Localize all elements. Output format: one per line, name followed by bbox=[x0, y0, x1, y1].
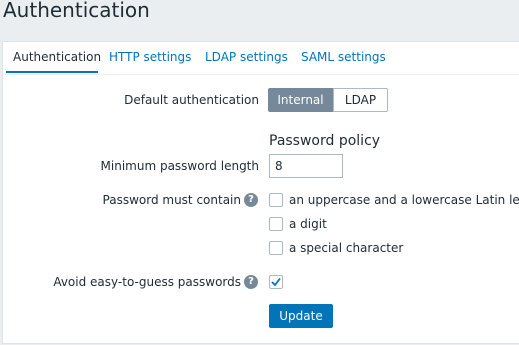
avoid-easy-help-icon[interactable]: ? bbox=[244, 275, 258, 289]
special-character-checkbox[interactable] bbox=[269, 241, 283, 255]
password-must-contain-label: Password must contain bbox=[102, 193, 241, 207]
active-tab-indicator bbox=[6, 71, 98, 73]
checkmark-icon bbox=[271, 277, 281, 287]
tab-http-settings[interactable]: HTTP settings bbox=[109, 50, 191, 64]
password-policy-title: Password policy bbox=[269, 133, 381, 149]
update-button[interactable]: Update bbox=[269, 304, 333, 328]
min-password-length-input[interactable] bbox=[269, 154, 343, 178]
tab-authentication[interactable]: Authentication bbox=[13, 50, 101, 64]
digit-checkbox[interactable] bbox=[269, 217, 283, 231]
auth-ldap-option[interactable]: LDAP bbox=[333, 88, 388, 112]
special-character-label: a special character bbox=[289, 241, 404, 255]
tab-ldap-settings[interactable]: LDAP settings bbox=[205, 50, 288, 64]
password-contain-help-icon[interactable]: ? bbox=[244, 193, 258, 207]
auth-internal-option[interactable]: Internal bbox=[268, 88, 333, 112]
uppercase-lowercase-label: an uppercase and a lowercase Latin lette… bbox=[289, 193, 519, 207]
avoid-easy-passwords-checkbox[interactable] bbox=[269, 275, 283, 289]
min-password-length-label: Minimum password length bbox=[100, 159, 259, 173]
tab-saml-settings[interactable]: SAML settings bbox=[301, 50, 386, 64]
uppercase-lowercase-checkbox[interactable] bbox=[269, 193, 283, 207]
tab-bar: Authentication HTTP settings LDAP settin… bbox=[3, 42, 519, 75]
digit-label: a digit bbox=[289, 217, 327, 231]
avoid-easy-passwords-label: Avoid easy-to-guess passwords bbox=[53, 275, 241, 289]
authentication-panel: Authentication HTTP settings LDAP settin… bbox=[2, 41, 519, 344]
page-title: Authentication bbox=[3, 0, 150, 22]
default-authentication-label: Default authentication bbox=[124, 93, 259, 107]
